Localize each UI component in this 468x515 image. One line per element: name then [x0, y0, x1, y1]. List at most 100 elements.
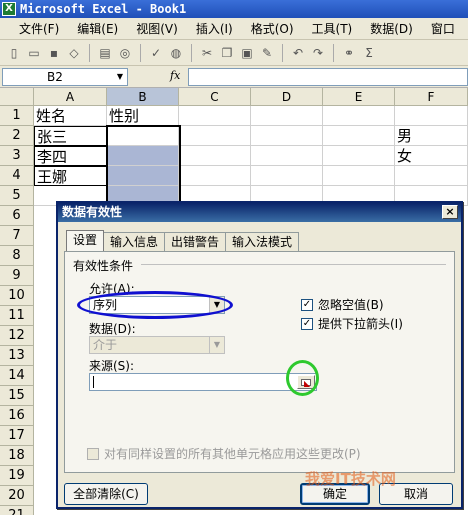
row-header-1[interactable]: 1 [0, 106, 34, 126]
tab-input-message[interactable]: 输入信息 [103, 232, 166, 251]
permission-icon[interactable]: ◇ [66, 45, 82, 61]
column-header-b[interactable]: B [107, 88, 179, 106]
clear-all-button[interactable]: 全部清除(C) [64, 483, 148, 505]
cell-d4[interactable] [251, 166, 323, 186]
ignore-blank-checkbox[interactable]: ✓ 忽略空值(B) [301, 296, 384, 313]
chevron-down-icon[interactable]: ▼ [117, 69, 123, 85]
cell-c3[interactable] [179, 146, 251, 166]
cell-f1[interactable] [395, 106, 468, 126]
menu-tools[interactable]: 工具(T) [303, 20, 362, 37]
formula-input[interactable] [188, 68, 468, 86]
check-icon[interactable]: ✓ [301, 317, 313, 330]
cell-f2[interactable]: 男 [395, 126, 468, 146]
name-box[interactable]: B2 ▼ [2, 68, 128, 86]
checkbox-icon [87, 447, 99, 460]
select-all-corner[interactable] [0, 88, 34, 106]
source-input[interactable]: ◣ [89, 373, 317, 391]
cell-b1[interactable]: 性别 [107, 106, 179, 126]
row-header-9[interactable]: 9 [0, 266, 34, 286]
save-icon[interactable]: ▪ [46, 45, 62, 61]
row-header-18[interactable]: 18 [0, 446, 34, 466]
row-header-16[interactable]: 16 [0, 406, 34, 426]
row-header-15[interactable]: 15 [0, 386, 34, 406]
row-header-14[interactable]: 14 [0, 366, 34, 386]
toolbar-separator [282, 43, 283, 62]
row-header-20[interactable]: 20 [0, 486, 34, 506]
row-header-13[interactable]: 13 [0, 346, 34, 366]
row-header-19[interactable]: 19 [0, 466, 34, 486]
cell-b4[interactable] [107, 166, 179, 186]
tab-settings[interactable]: 设置 [66, 230, 105, 251]
cell-c4[interactable] [179, 166, 251, 186]
new-icon[interactable]: ▯ [6, 45, 22, 61]
menu-file[interactable]: 文件(F) [10, 20, 68, 37]
menu-data[interactable]: 数据(D) [361, 20, 422, 37]
check-icon[interactable]: ✓ [301, 298, 313, 311]
cell-a1[interactable]: 姓名 [34, 106, 107, 126]
row-header-21[interactable]: 21 [0, 506, 34, 515]
column-header-e[interactable]: E [323, 88, 395, 106]
allow-select[interactable]: 序列 ▼ [89, 296, 225, 314]
tab-ime-mode[interactable]: 输入法模式 [225, 232, 300, 251]
data-validation-dialog: 数据有效性 × 设置 输入信息 出错警告 输入法模式 有效性条件 允许(A): … [56, 201, 463, 509]
open-icon[interactable]: ▭ [26, 45, 42, 61]
row-header-10[interactable]: 10 [0, 286, 34, 306]
cell-a4[interactable]: 王娜 [34, 166, 107, 186]
row-header-4[interactable]: 4 [0, 166, 34, 186]
cell-d2[interactable] [251, 126, 323, 146]
spelling-icon[interactable]: ✓ [148, 45, 164, 61]
cell-b3[interactable] [107, 146, 179, 166]
menu-window[interactable]: 窗口 [422, 20, 464, 37]
cell-e3[interactable] [323, 146, 395, 166]
row-header-6[interactable]: 6 [0, 206, 34, 226]
row-header-12[interactable]: 12 [0, 326, 34, 346]
column-header-c[interactable]: C [179, 88, 251, 106]
menu-insert[interactable]: 插入(I) [187, 20, 242, 37]
in-cell-dropdown-checkbox[interactable]: ✓ 提供下拉箭头(I) [301, 315, 403, 332]
row-header-2[interactable]: 2 [0, 126, 34, 146]
cell-e1[interactable] [323, 106, 395, 126]
paste-icon[interactable]: ▣ [239, 45, 255, 61]
format-painter-icon[interactable]: ✎ [259, 45, 275, 61]
column-header-a[interactable]: A [34, 88, 107, 106]
menu-view[interactable]: 视图(V) [127, 20, 187, 37]
column-header-d[interactable]: D [251, 88, 323, 106]
chevron-down-icon: ▼ [209, 337, 224, 353]
row-header-3[interactable]: 3 [0, 146, 34, 166]
column-header-f[interactable]: F [395, 88, 468, 106]
copy-icon[interactable]: ❐ [219, 45, 235, 61]
formula-bar: B2 ▼ fx [0, 66, 468, 88]
dialog-title-bar[interactable]: 数据有效性 × [58, 203, 461, 222]
undo-icon[interactable]: ↶ [290, 45, 306, 61]
autosum-icon[interactable]: Σ [361, 45, 377, 61]
row-header-5[interactable]: 5 [0, 186, 34, 206]
cut-icon[interactable]: ✂ [199, 45, 215, 61]
cell-a3[interactable]: 李四 [34, 146, 107, 166]
menu-format[interactable]: 格式(O) [242, 20, 303, 37]
cell-e2[interactable] [323, 126, 395, 146]
row-header-8[interactable]: 8 [0, 246, 34, 266]
chevron-down-icon[interactable]: ▼ [209, 297, 224, 313]
row-header-17[interactable]: 17 [0, 426, 34, 446]
print-icon[interactable]: ▤ [97, 45, 113, 61]
row-header-7[interactable]: 7 [0, 226, 34, 246]
tab-error-alert[interactable]: 出错警告 [164, 232, 227, 251]
cell-c2[interactable] [179, 126, 251, 146]
cell-e4[interactable] [323, 166, 395, 186]
redo-icon[interactable]: ↷ [310, 45, 326, 61]
cell-f4[interactable] [395, 166, 468, 186]
cell-d3[interactable] [251, 146, 323, 166]
fx-icon[interactable]: fx [170, 69, 180, 82]
print-preview-icon[interactable]: ◎ [117, 45, 133, 61]
cell-c1[interactable] [179, 106, 251, 126]
cell-b2[interactable] [107, 126, 179, 146]
cell-a2[interactable]: 张三 [34, 126, 107, 146]
cell-f3[interactable]: 女 [395, 146, 468, 166]
collapse-dialog-button[interactable]: ◣ [297, 375, 315, 389]
hyperlink-icon[interactable]: ⚭ [341, 45, 357, 61]
cell-d1[interactable] [251, 106, 323, 126]
close-icon[interactable]: × [442, 205, 458, 219]
menu-edit[interactable]: 编辑(E) [68, 20, 127, 37]
research-icon[interactable]: ◍ [168, 45, 184, 61]
row-header-11[interactable]: 11 [0, 306, 34, 326]
